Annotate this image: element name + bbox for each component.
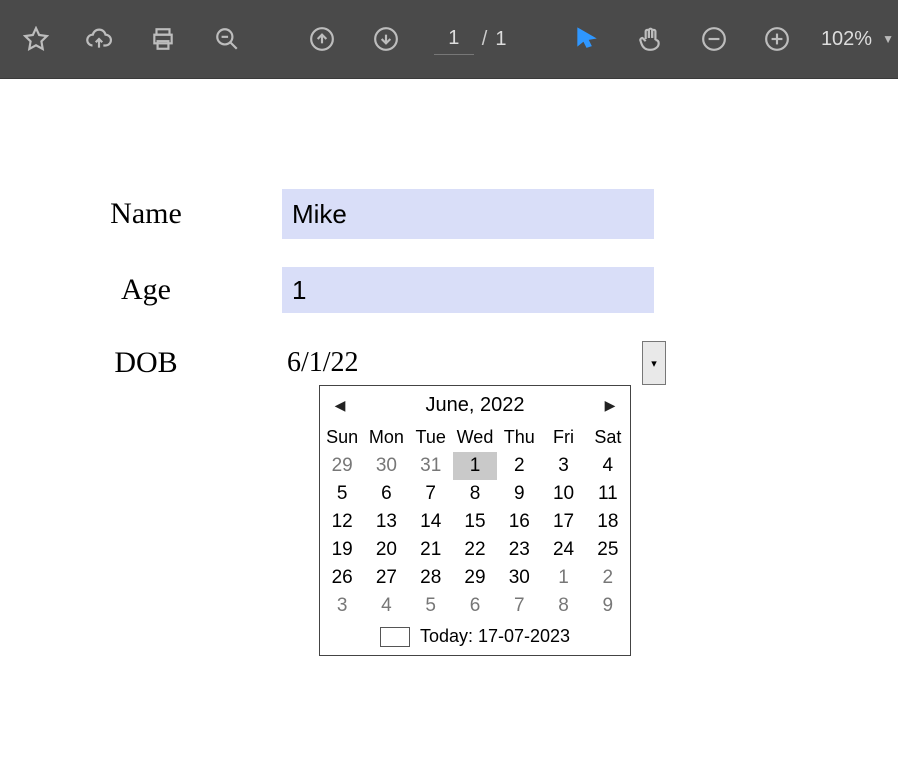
calendar-day-cell[interactable]: 8: [453, 480, 497, 508]
calendar-day-cell[interactable]: 9: [586, 592, 630, 620]
calendar-day-cell[interactable]: 29: [320, 452, 364, 480]
age-field[interactable]: [282, 267, 654, 313]
arrow-up-circle-icon[interactable]: [299, 15, 347, 63]
chevron-down-icon: ▼: [882, 32, 894, 46]
calendar-day-cell[interactable]: 6: [453, 592, 497, 620]
calendar-day-cell[interactable]: 9: [497, 480, 541, 508]
dob-label: DOB: [100, 346, 192, 380]
calendar-day-cell[interactable]: 13: [364, 508, 408, 536]
zoom-in-icon[interactable]: [753, 15, 801, 63]
calendar-day-cell[interactable]: 21: [409, 536, 453, 564]
page-indicator: / 1: [434, 23, 507, 55]
document-area: Name Age DOB ▾: [0, 79, 898, 385]
calendar-day-header: Mon: [364, 423, 408, 452]
calendar-day-cell[interactable]: 2: [497, 452, 541, 480]
toolbar: / 1 102% ▼: [0, 0, 898, 79]
dob-field[interactable]: [282, 341, 642, 385]
print-icon[interactable]: [139, 15, 187, 63]
calendar-day-header: Sun: [320, 423, 364, 452]
star-icon[interactable]: [12, 15, 60, 63]
zoom-value: 102%: [821, 28, 872, 51]
page-input[interactable]: [434, 23, 474, 55]
calendar-day-header: Wed: [453, 423, 497, 452]
page-total: 1: [495, 28, 506, 51]
zoom-dropdown[interactable]: 102% ▼: [821, 28, 894, 51]
calendar-day-cell[interactable]: 3: [320, 592, 364, 620]
calendar-day-header: Sat: [586, 423, 630, 452]
calendar-day-cell[interactable]: 11: [586, 480, 630, 508]
calendar-day-cell[interactable]: 30: [497, 564, 541, 592]
calendar-day-cell[interactable]: 20: [364, 536, 408, 564]
calendar-day-header: Fri: [541, 423, 585, 452]
calendar-day-cell[interactable]: 15: [453, 508, 497, 536]
calendar-day-cell[interactable]: 6: [364, 480, 408, 508]
arrow-down-circle-icon[interactable]: [362, 15, 410, 63]
calendar-day-cell[interactable]: 29: [453, 564, 497, 592]
calendar-day-header: Thu: [497, 423, 541, 452]
calendar-day-cell[interactable]: 2: [586, 564, 630, 592]
hand-tool-icon[interactable]: [626, 15, 674, 63]
calendar-day-cell[interactable]: 22: [453, 536, 497, 564]
calendar-day-cell[interactable]: 23: [497, 536, 541, 564]
pointer-tool-icon[interactable]: [562, 15, 610, 63]
calendar-day-cell[interactable]: 19: [320, 536, 364, 564]
calendar-prev-button[interactable]: ◀: [330, 397, 350, 414]
age-label: Age: [100, 273, 192, 307]
calendar-title[interactable]: June, 2022: [426, 394, 525, 417]
calendar-day-cell[interactable]: 8: [541, 592, 585, 620]
cloud-upload-icon[interactable]: [76, 15, 124, 63]
calendar-day-cell[interactable]: 28: [409, 564, 453, 592]
calendar-day-header: Tue: [409, 423, 453, 452]
calendar-day-cell[interactable]: 31: [409, 452, 453, 480]
calendar-day-cell[interactable]: 3: [541, 452, 585, 480]
caret-down-icon: ▾: [651, 357, 657, 370]
calendar-day-cell[interactable]: 7: [409, 480, 453, 508]
dob-dropdown-button[interactable]: ▾: [642, 341, 666, 385]
page-separator: /: [482, 28, 488, 51]
calendar-day-cell[interactable]: 24: [541, 536, 585, 564]
calendar-day-cell[interactable]: 4: [586, 452, 630, 480]
calendar-day-cell[interactable]: 26: [320, 564, 364, 592]
date-picker: ◀ June, 2022 ▶ SunMonTueWedThuFriSat 293…: [319, 385, 631, 656]
calendar-day-cell[interactable]: 17: [541, 508, 585, 536]
name-label: Name: [100, 197, 192, 231]
today-indicator-box: [380, 627, 410, 647]
calendar-day-cell[interactable]: 10: [541, 480, 585, 508]
calendar-day-cell[interactable]: 25: [586, 536, 630, 564]
calendar-grid: SunMonTueWedThuFriSat 293031123456789101…: [320, 423, 630, 620]
search-minus-icon[interactable]: [203, 15, 251, 63]
calendar-day-cell[interactable]: 18: [586, 508, 630, 536]
calendar-day-cell[interactable]: 12: [320, 508, 364, 536]
calendar-day-cell[interactable]: 14: [409, 508, 453, 536]
calendar-day-cell[interactable]: 27: [364, 564, 408, 592]
calendar-day-cell[interactable]: 4: [364, 592, 408, 620]
calendar-day-cell[interactable]: 16: [497, 508, 541, 536]
calendar-day-cell[interactable]: 1: [453, 452, 497, 480]
zoom-out-icon[interactable]: [690, 15, 738, 63]
name-field[interactable]: [282, 189, 654, 239]
calendar-day-cell[interactable]: 7: [497, 592, 541, 620]
calendar-next-button[interactable]: ▶: [600, 397, 620, 414]
calendar-day-cell[interactable]: 5: [320, 480, 364, 508]
today-label[interactable]: Today: 17-07-2023: [420, 626, 570, 647]
calendar-day-cell[interactable]: 1: [541, 564, 585, 592]
calendar-day-cell[interactable]: 30: [364, 452, 408, 480]
calendar-day-cell[interactable]: 5: [409, 592, 453, 620]
